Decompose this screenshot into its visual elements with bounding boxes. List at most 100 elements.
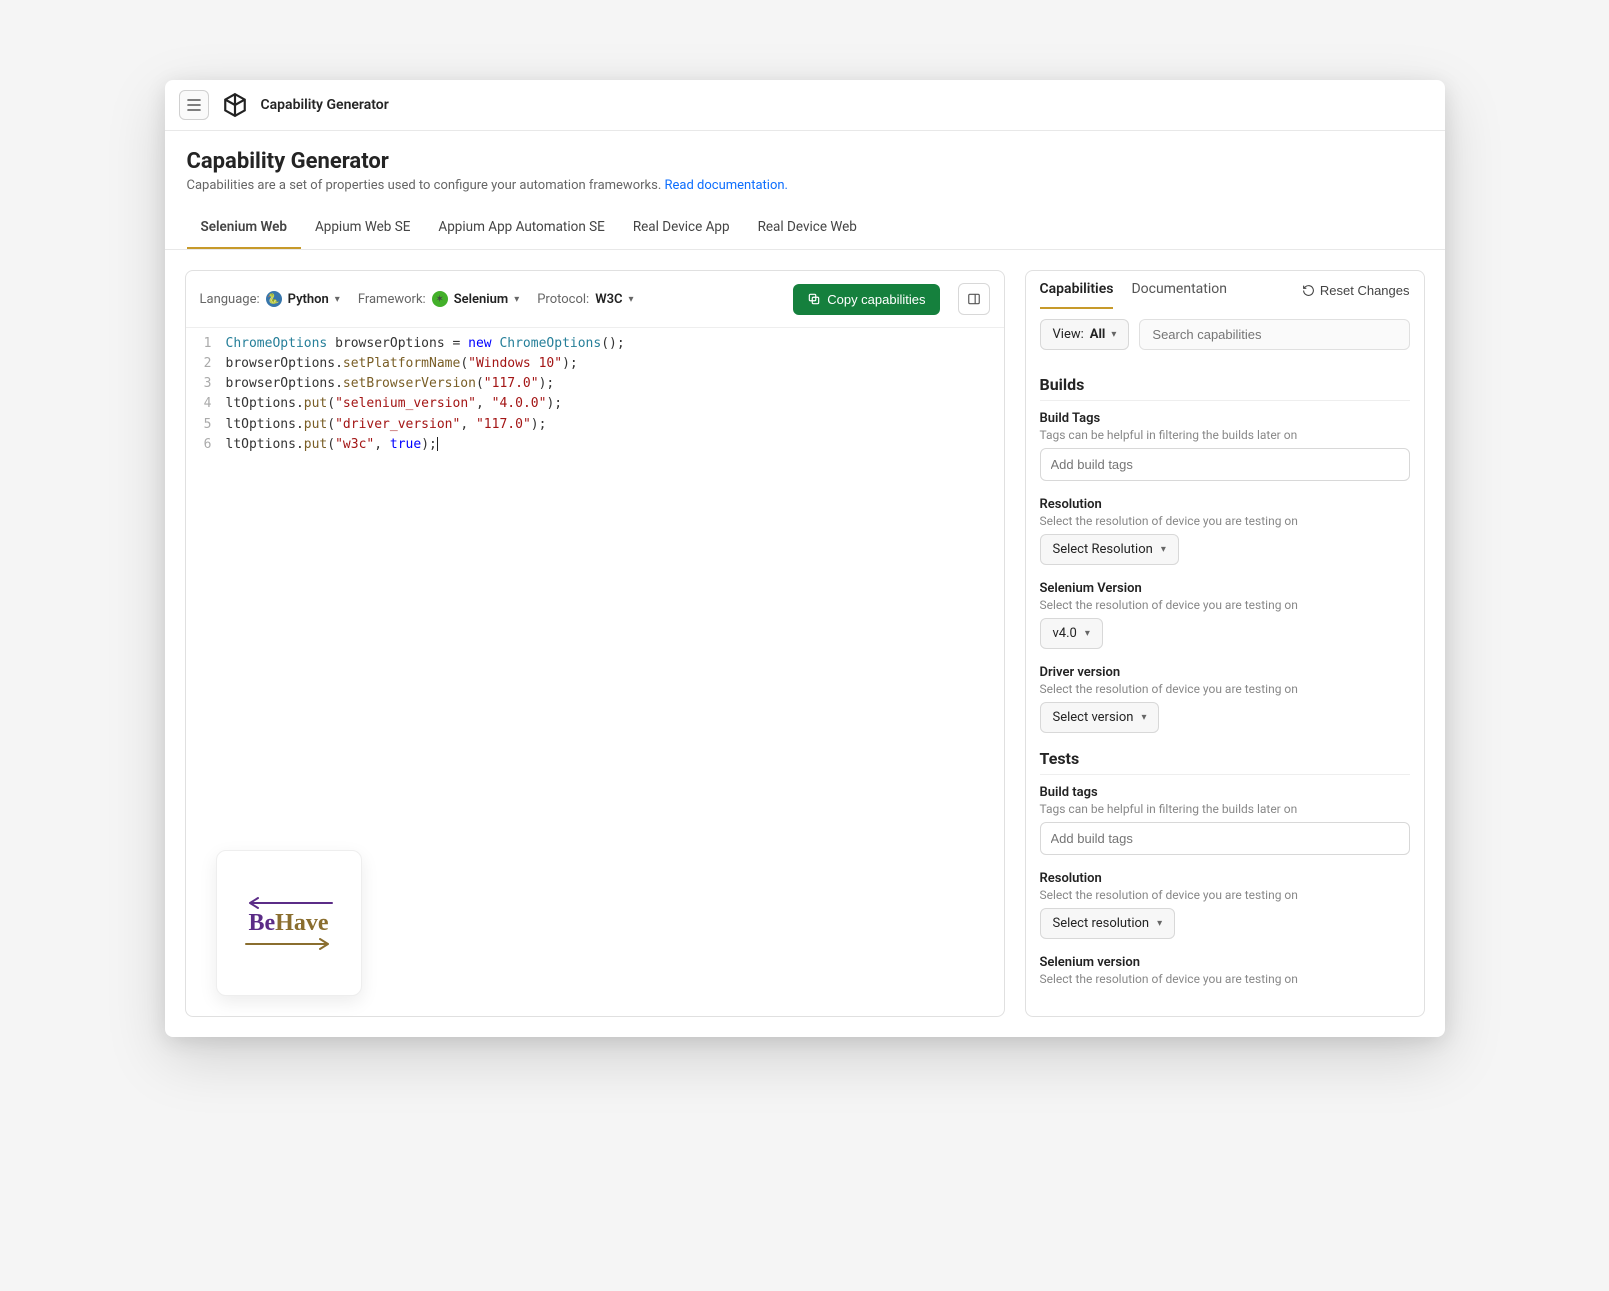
- line-number: 4: [186, 394, 226, 414]
- field-resolution: Resolution Select the resolution of devic…: [1040, 871, 1410, 939]
- main-tabs: Selenium WebAppium Web SEAppium App Auto…: [165, 207, 1445, 250]
- capabilities-toolbar: Capabilities Documentation Reset Changes: [1026, 271, 1424, 309]
- copy-capabilities-button[interactable]: Copy capabilities: [793, 284, 939, 315]
- code-content: browserOptions.setBrowserVersion("117.0"…: [226, 374, 555, 394]
- chevron-down-icon: ▾: [1111, 329, 1116, 340]
- behave-text-right: Have: [275, 910, 328, 936]
- field-label: Build Tags: [1040, 411, 1410, 426]
- field-label: Resolution: [1040, 871, 1410, 886]
- behave-logo-text: BeHave: [249, 910, 329, 937]
- code-content: ltOptions.put("selenium_version", "4.0.0…: [226, 394, 563, 414]
- copy-icon: [807, 292, 821, 306]
- python-icon: 🐍: [266, 291, 282, 307]
- field-build-tags: Build tags Tags can be helpful in filteri…: [1040, 785, 1410, 855]
- selenium-version-dropdown[interactable]: v4.0▾: [1040, 618, 1103, 649]
- panel-toggle-button[interactable]: [958, 283, 990, 315]
- field-label: Build tags: [1040, 785, 1410, 800]
- tab-appium-app-automation-se[interactable]: Appium App Automation SE: [424, 207, 618, 249]
- code-content: ltOptions.put("w3c", true);: [226, 435, 438, 455]
- line-number: 1: [186, 334, 226, 354]
- chevron-down-icon: ▾: [1161, 544, 1166, 555]
- field-label: Selenium Version: [1040, 581, 1410, 596]
- hamburger-icon: [187, 99, 201, 111]
- capabilities-body[interactable]: BuildsBuild TagsTags can be helpful in f…: [1026, 361, 1424, 1016]
- field-selenium-version: Selenium Version Select the resolution of…: [1040, 581, 1410, 649]
- page-header: Capability Generator Capabilities are a …: [165, 131, 1445, 193]
- code-line: 1ChromeOptions browserOptions = new Chro…: [186, 334, 1004, 354]
- resolution-dropdown[interactable]: Select Resolution▾: [1040, 534, 1179, 565]
- subtitle-text: Capabilities are a set of properties use…: [187, 178, 665, 193]
- tab-real-device-web[interactable]: Real Device Web: [744, 207, 871, 249]
- code-line: 4ltOptions.put("selenium_version", "4.0.…: [186, 394, 1004, 414]
- resolution-dropdown[interactable]: Select resolution ▾: [1040, 908, 1176, 939]
- chevron-down-icon: ▾: [1085, 628, 1090, 639]
- chevron-down-icon: ▾: [629, 294, 634, 305]
- content-body: Language: 🐍 Python ▾ Framework: ✶ Seleni…: [165, 250, 1445, 1037]
- page-title: Capability Generator: [187, 149, 1423, 174]
- field-label: Selenium version: [1040, 955, 1410, 970]
- build-tags-input[interactable]: [1040, 448, 1410, 481]
- tab-real-device-app[interactable]: Real Device App: [619, 207, 744, 249]
- field-help: Select the resolution of device you are …: [1040, 682, 1410, 696]
- framework-label: Framework:: [358, 292, 426, 307]
- code-content: ltOptions.put("driver_version", "117.0")…: [226, 415, 547, 435]
- dropdown-value: Select version: [1053, 710, 1134, 725]
- driver-version-dropdown[interactable]: Select version ▾: [1040, 702, 1160, 733]
- code-content: ChromeOptions browserOptions = new Chrom…: [226, 334, 625, 354]
- code-line: 6ltOptions.put("w3c", true);: [186, 435, 1004, 455]
- field-help: Tags can be helpful in filtering the bui…: [1040, 802, 1410, 816]
- section-builds: Builds: [1040, 375, 1410, 401]
- field-help: Select the resolution of device you are …: [1040, 514, 1410, 528]
- framework-selector[interactable]: Framework: ✶ Selenium ▾: [358, 291, 519, 307]
- capabilities-panel: CapabilitiesDocumentation Reset Changes …: [1025, 270, 1425, 1017]
- chevron-down-icon: ▾: [335, 294, 340, 305]
- field-driver-version: Driver version Select the resolution of d…: [1040, 665, 1410, 733]
- chevron-down-icon: ▾: [514, 294, 519, 305]
- field-selenium-version: Selenium version Select the resolution of…: [1040, 955, 1410, 986]
- arrow-right-icon: [244, 937, 334, 951]
- language-selector[interactable]: Language: 🐍 Python ▾: [200, 291, 340, 307]
- code-line: 3browserOptions.setBrowserVersion("117.0…: [186, 374, 1004, 394]
- reset-label: Reset Changes: [1320, 283, 1410, 298]
- tab-selenium-web[interactable]: Selenium Web: [187, 207, 301, 249]
- chevron-down-icon: ▾: [1157, 918, 1162, 929]
- framework-value: Selenium: [454, 292, 509, 307]
- code-toolbar: Language: 🐍 Python ▾ Framework: ✶ Seleni…: [186, 271, 1004, 328]
- line-number: 5: [186, 415, 226, 435]
- copy-label: Copy capabilities: [827, 292, 925, 307]
- build-tags-input[interactable]: [1040, 822, 1410, 855]
- dropdown-value: Select resolution: [1053, 916, 1150, 931]
- view-label: View:: [1053, 327, 1084, 342]
- page-subtitle: Capabilities are a set of properties use…: [187, 178, 1423, 193]
- protocol-selector[interactable]: Protocol: W3C ▾: [537, 292, 633, 307]
- line-number: 3: [186, 374, 226, 394]
- behave-badge: BeHave: [216, 850, 362, 996]
- search-capabilities-input[interactable]: [1139, 319, 1409, 350]
- menu-button[interactable]: [179, 90, 209, 120]
- code-content: browserOptions.setPlatformName("Windows …: [226, 354, 578, 374]
- field-build-tags: Build TagsTags can be helpful in filteri…: [1040, 411, 1410, 481]
- app-title: Capability Generator: [261, 97, 389, 113]
- app-window: Capability Generator Capability Generato…: [165, 80, 1445, 1037]
- view-selector[interactable]: View: All ▾: [1040, 319, 1130, 350]
- capabilities-tabs: Capabilities Documentation: [1040, 281, 1227, 309]
- logo-icon: [221, 91, 249, 119]
- text-cursor: [437, 437, 438, 451]
- protocol-value: W3C: [595, 292, 622, 307]
- tab-documentation[interactable]: Documentation: [1131, 281, 1227, 309]
- field-help: Select the resolution of device you are …: [1040, 888, 1410, 902]
- selenium-icon: ✶: [432, 291, 448, 307]
- code-line: 5ltOptions.put("driver_version", "117.0"…: [186, 415, 1004, 435]
- reset-changes-button[interactable]: Reset Changes: [1302, 283, 1410, 308]
- field-label: Driver version: [1040, 665, 1410, 680]
- documentation-link[interactable]: Read documentation.: [664, 178, 787, 193]
- behave-text-left: Be: [249, 910, 276, 936]
- tab-appium-web-se[interactable]: Appium Web SE: [301, 207, 424, 249]
- field-help: Select the resolution of device you are …: [1040, 972, 1410, 986]
- chevron-down-icon: ▾: [1141, 712, 1146, 723]
- line-number: 2: [186, 354, 226, 374]
- field-help: Select the resolution of device you are …: [1040, 598, 1410, 612]
- tab-capabilities[interactable]: Capabilities: [1040, 281, 1114, 309]
- language-label: Language:: [200, 292, 260, 307]
- reset-icon: [1302, 284, 1315, 297]
